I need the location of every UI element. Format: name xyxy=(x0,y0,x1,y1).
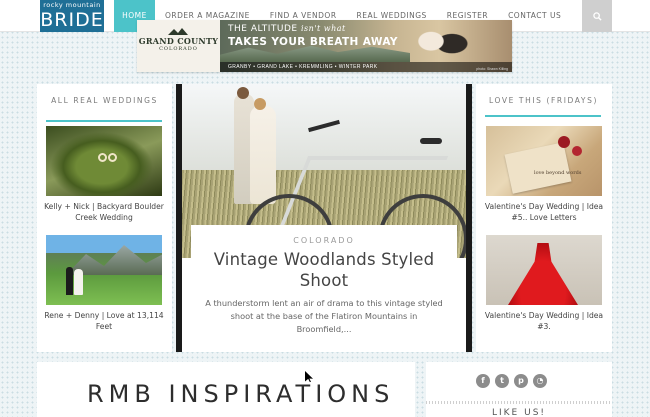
feature-text-box: COLORADO Vintage Woodlands Styled Shoot … xyxy=(191,225,457,352)
ring-image xyxy=(98,153,107,162)
banner-photo: THE ALTITUDE isn't what TAKES YOUR BREAT… xyxy=(220,20,512,72)
facebook-icon[interactable]: f xyxy=(476,374,490,388)
grand-county-logo: GRAND COUNTY COLORADO xyxy=(137,20,220,72)
title-underline xyxy=(46,120,162,122)
letter-image xyxy=(504,142,572,194)
section-title: RMB INSPIRATIONS xyxy=(87,380,395,408)
post-caption-link[interactable]: Rene + Denny | Love at 13,114 Feet xyxy=(42,310,166,332)
banner-photo-credit: photo: Shawn Killing xyxy=(476,67,508,71)
post-thumbnail[interactable]: love beyond words xyxy=(486,126,602,196)
featured-post[interactable]: COLORADO Vintage Woodlands Styled Shoot … xyxy=(176,84,472,352)
mountain-logo-icon xyxy=(168,28,188,35)
title-underline xyxy=(485,115,601,117)
letter-text: love beyond words xyxy=(534,170,582,176)
bride-figure xyxy=(250,106,276,204)
rss-icon[interactable]: ◔ xyxy=(533,374,547,388)
social-links: f t p ◔ xyxy=(476,374,547,388)
banner-towns: GRANBY • GRAND LAKE • KREMMLING • WINTER… xyxy=(220,62,512,72)
post-thumbnail[interactable] xyxy=(46,235,162,305)
rose-image xyxy=(572,146,582,156)
search-icon xyxy=(592,11,602,21)
bride-head xyxy=(254,98,266,110)
social-sidebar: f t p ◔ LIKE US! xyxy=(426,362,612,417)
panel-title[interactable]: ALL REAL WEDDINGS xyxy=(47,96,162,105)
like-us-heading: LIKE US! xyxy=(491,408,547,417)
panel-title[interactable]: LOVE THIS (FRIDAYS) xyxy=(486,96,601,105)
bicycle-seat xyxy=(420,138,442,144)
feature-title[interactable]: Vintage Woodlands Styled Shoot xyxy=(191,249,457,291)
post-caption-link[interactable]: Valentine's Day Wedding | Idea #5.. Love… xyxy=(482,201,606,223)
love-this-fridays-panel: LOVE THIS (FRIDAYS) love beyond words Va… xyxy=(476,84,612,352)
real-weddings-panel: ALL REAL WEDDINGS Kelly + Nick | Backyar… xyxy=(37,84,172,352)
pinterest-icon[interactable]: p xyxy=(514,374,528,388)
groom-image xyxy=(66,267,73,295)
post-caption-link[interactable]: Kelly + Nick | Backyard Boulder Creek We… xyxy=(42,201,166,223)
twitter-icon[interactable]: t xyxy=(495,374,509,388)
dotted-divider xyxy=(426,401,612,404)
groom-head xyxy=(237,87,249,99)
post-thumbnail[interactable] xyxy=(46,126,162,196)
feature-excerpt: A thunderstorm lent an air of drama to t… xyxy=(205,298,443,334)
post-caption-link[interactable]: Valentine's Day Wedding | Idea #3. xyxy=(482,310,606,332)
ring-image xyxy=(108,153,117,162)
banner-headline-2: TAKES YOUR BREATH AWAY xyxy=(228,36,398,48)
rose-image xyxy=(558,136,570,148)
red-dress-image xyxy=(508,243,578,305)
bride-image xyxy=(74,269,83,295)
inspirations-section: RMB INSPIRATIONS xyxy=(37,362,415,417)
site-logo[interactable]: rocky mountain BRIDE xyxy=(40,0,104,32)
banner-ad[interactable]: GRAND COUNTY COLORADO THE ALTITUDE isn't… xyxy=(137,20,512,72)
feature-right-border xyxy=(466,84,472,352)
banner-logo-name: GRAND COUNTY xyxy=(138,36,219,46)
logo-wordmark: BRIDE xyxy=(40,9,104,31)
banner-headline-1: THE ALTITUDE isn't what xyxy=(228,24,346,34)
banner-logo-state: COLORADO xyxy=(159,46,198,52)
search-button[interactable] xyxy=(582,0,612,32)
feature-category[interactable]: COLORADO xyxy=(191,236,457,245)
post-thumbnail[interactable] xyxy=(486,235,602,305)
